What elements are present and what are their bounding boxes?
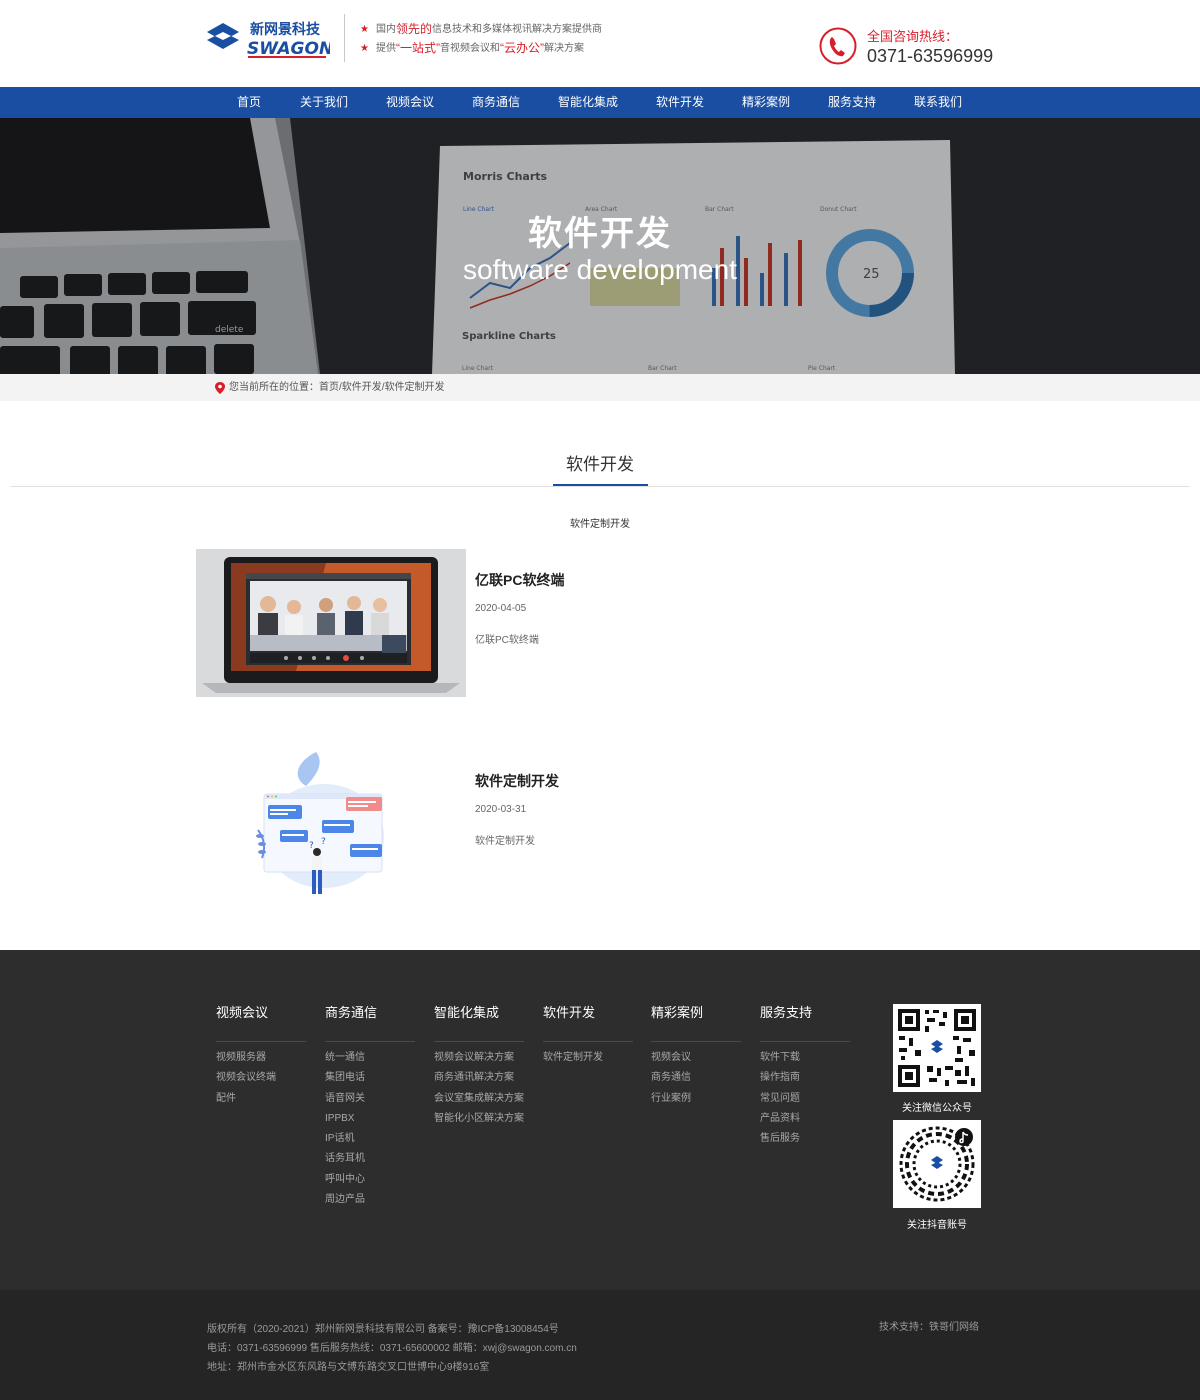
- footer-link[interactable]: 话务耳机: [325, 1149, 415, 1169]
- footer-column-title[interactable]: 商务通信: [325, 1004, 415, 1042]
- hotline-number: 0371-63596999: [867, 46, 994, 66]
- footer-link[interactable]: 呼叫中心: [325, 1170, 415, 1190]
- banner-subtitle: software development: [463, 254, 737, 285]
- company-logo[interactable]: 新网景科技 SWAGON: [205, 18, 333, 60]
- footer-column-business-communication: 商务通信 统一通信 集团电话 语音网关 IPPBX IP话机 话务耳机 呼叫中心…: [325, 1004, 415, 1210]
- article-item[interactable]: ? ? 软件定制开发 2020-03-31 软件定制开发: [196, 750, 996, 898]
- footer-link[interactable]: 软件定制开发: [543, 1048, 633, 1068]
- section-title-underline: [553, 484, 648, 486]
- svg-text:?: ?: [321, 837, 326, 847]
- footer-column-title[interactable]: 服务支持: [760, 1004, 850, 1042]
- article-thumbnail[interactable]: ? ?: [196, 750, 466, 898]
- svg-text:?: ?: [309, 841, 314, 851]
- footer-link[interactable]: 常见问题: [760, 1089, 850, 1109]
- address-text: 地址：郑州市金水区东风路与文博东路交叉口世博中心9楼916室: [207, 1362, 490, 1373]
- copyright-bar: 版权所有（2020-2021）郑州新网景科技有限公司 备案号：豫ICP备1300…: [0, 1290, 1200, 1400]
- footer-column-title[interactable]: 精彩案例: [651, 1004, 741, 1042]
- breadcrumb-bar: 您当前所在的位置： 首页 / 软件开发 / 软件定制开发: [0, 374, 1200, 401]
- svg-text:新网景科技: 新网景科技: [250, 21, 321, 38]
- header-slogan: ★ 国内 领先的 信息技术和多媒体视讯解决方案提供商 ★ 提供 “一站式” 音视频会议和…: [360, 20, 602, 58]
- page-banner: delete Morris Charts Line Chart Area Cha…: [0, 118, 1200, 374]
- footer-link[interactable]: 配件: [216, 1089, 306, 1109]
- hotline: 全国咨询热线： 0371-63596999: [818, 24, 998, 68]
- section-title: 软件开发: [566, 455, 634, 474]
- star-icon: ★: [360, 43, 369, 54]
- footer-column-video-conference: 视频会议 视频服务器 视频会议终端 配件: [216, 1004, 306, 1109]
- wechat-qr-label: 关注微信公众号: [902, 1103, 972, 1114]
- nav-item-home[interactable]: 首页: [237, 87, 261, 118]
- footer-link[interactable]: 统一通信: [325, 1048, 415, 1068]
- article-item[interactable]: 亿联PC软终端 2020-04-05 亿联PC软终端: [196, 549, 996, 697]
- footer-column-title[interactable]: 软件开发: [543, 1004, 633, 1042]
- nav-item-software-development[interactable]: 软件开发: [656, 87, 704, 118]
- footer-column-software-development: 软件开发 软件定制开发: [543, 1004, 633, 1068]
- nav-item-video-conference[interactable]: 视频会议: [386, 87, 434, 118]
- douyin-qr-code: [893, 1120, 981, 1208]
- sub-category-link[interactable]: 软件定制开发: [0, 515, 1200, 530]
- footer-link[interactable]: IPPBX: [325, 1109, 415, 1129]
- nav-item-about[interactable]: 关于我们: [300, 87, 348, 118]
- footer-column-cases: 精彩案例 视频会议 商务通信 行业案例: [651, 1004, 741, 1109]
- footer-column-service-support: 服务支持 软件下载 操作指南 常见问题 产品资料 售后服务: [760, 1004, 850, 1149]
- nav-item-business-communication[interactable]: 商务通信: [472, 87, 520, 118]
- footer-link[interactable]: 软件下载: [760, 1048, 850, 1068]
- footer-link[interactable]: 视频会议: [651, 1048, 741, 1068]
- douyin-qr-label: 关注抖音账号: [907, 1220, 967, 1231]
- footer-column-smart-integration: 智能化集成 视频会议解决方案 商务通讯解决方案 会议室集成解决方案 智能化小区解…: [434, 1004, 524, 1129]
- breadcrumb: 您当前所在的位置： 首页 / 软件开发 / 软件定制开发: [215, 374, 445, 401]
- article-title[interactable]: 软件定制开发: [475, 771, 559, 791]
- star-icon: ★: [360, 24, 369, 35]
- footer-link[interactable]: 售后服务: [760, 1129, 850, 1149]
- breadcrumb-custom-software[interactable]: 软件定制开发: [385, 374, 445, 401]
- breadcrumb-prefix: 您当前所在的位置：: [229, 382, 319, 393]
- site-footer: 视频会议 视频服务器 视频会议终端 配件 商务通信 统一通信 集团电话 语音网关…: [0, 950, 1200, 1290]
- footer-link[interactable]: 会议室集成解决方案: [434, 1089, 524, 1109]
- copyright-text: 版权所有（2020-2021）郑州新网景科技有限公司 备案号：豫ICP备1300…: [207, 1324, 559, 1335]
- article-date: 2020-04-05: [475, 603, 527, 614]
- site-header: 新网景科技 SWAGON ★ 国内 领先的 信息技术和多媒体视讯解决方案提供商 ★ …: [0, 0, 1200, 87]
- footer-link[interactable]: 集团电话: [325, 1068, 415, 1088]
- main-nav: 首页 关于我们 视频会议 商务通信 智能化集成 软件开发 精彩案例 服务支持 联…: [0, 87, 1200, 118]
- footer-link[interactable]: 视频服务器: [216, 1048, 306, 1068]
- footer-link[interactable]: 智能化小区解决方案: [434, 1109, 524, 1129]
- footer-link[interactable]: 行业案例: [651, 1089, 741, 1109]
- footer-link[interactable]: 产品资料: [760, 1109, 850, 1129]
- nav-item-cases[interactable]: 精彩案例: [742, 87, 790, 118]
- article-description: 软件定制开发: [475, 836, 535, 847]
- phone-icon: [819, 27, 857, 65]
- footer-link[interactable]: 商务通信: [651, 1068, 741, 1088]
- footer-link[interactable]: 商务通讯解决方案: [434, 1068, 524, 1088]
- logo-divider: [344, 14, 345, 62]
- nav-item-service-support[interactable]: 服务支持: [828, 87, 876, 118]
- section-divider: [10, 486, 1190, 487]
- footer-link[interactable]: 语音网关: [325, 1089, 415, 1109]
- footer-link[interactable]: 周边产品: [325, 1190, 415, 1210]
- footer-link[interactable]: 视频会议终端: [216, 1068, 306, 1088]
- article-thumbnail[interactable]: [196, 549, 466, 697]
- article-title[interactable]: 亿联PC软终端: [475, 570, 564, 590]
- nav-item-smart-integration[interactable]: 智能化集成: [558, 87, 618, 118]
- footer-link[interactable]: 视频会议解决方案: [434, 1048, 524, 1068]
- wechat-qr-code: [893, 1004, 981, 1092]
- article-date: 2020-03-31: [475, 804, 527, 815]
- contact-text: 电话：0371-63596999 售后服务热线：0371-65600002 邮箱…: [207, 1343, 577, 1354]
- breadcrumb-software-development[interactable]: 软件开发: [342, 374, 382, 401]
- nav-item-contact[interactable]: 联系我们: [914, 87, 962, 118]
- breadcrumb-home[interactable]: 首页: [319, 374, 339, 401]
- tech-support-link[interactable]: 技术支持：铁哥们网络: [879, 1318, 979, 1333]
- footer-column-title[interactable]: 智能化集成: [434, 1004, 524, 1042]
- article-description: 亿联PC软终端: [475, 635, 539, 646]
- footer-column-title[interactable]: 视频会议: [216, 1004, 306, 1042]
- footer-link[interactable]: 操作指南: [760, 1068, 850, 1088]
- hotline-label: 全国咨询热线：: [867, 29, 959, 44]
- banner-title: 软件开发: [528, 215, 672, 253]
- location-pin-icon: [215, 381, 225, 394]
- footer-link[interactable]: IP话机: [325, 1129, 415, 1149]
